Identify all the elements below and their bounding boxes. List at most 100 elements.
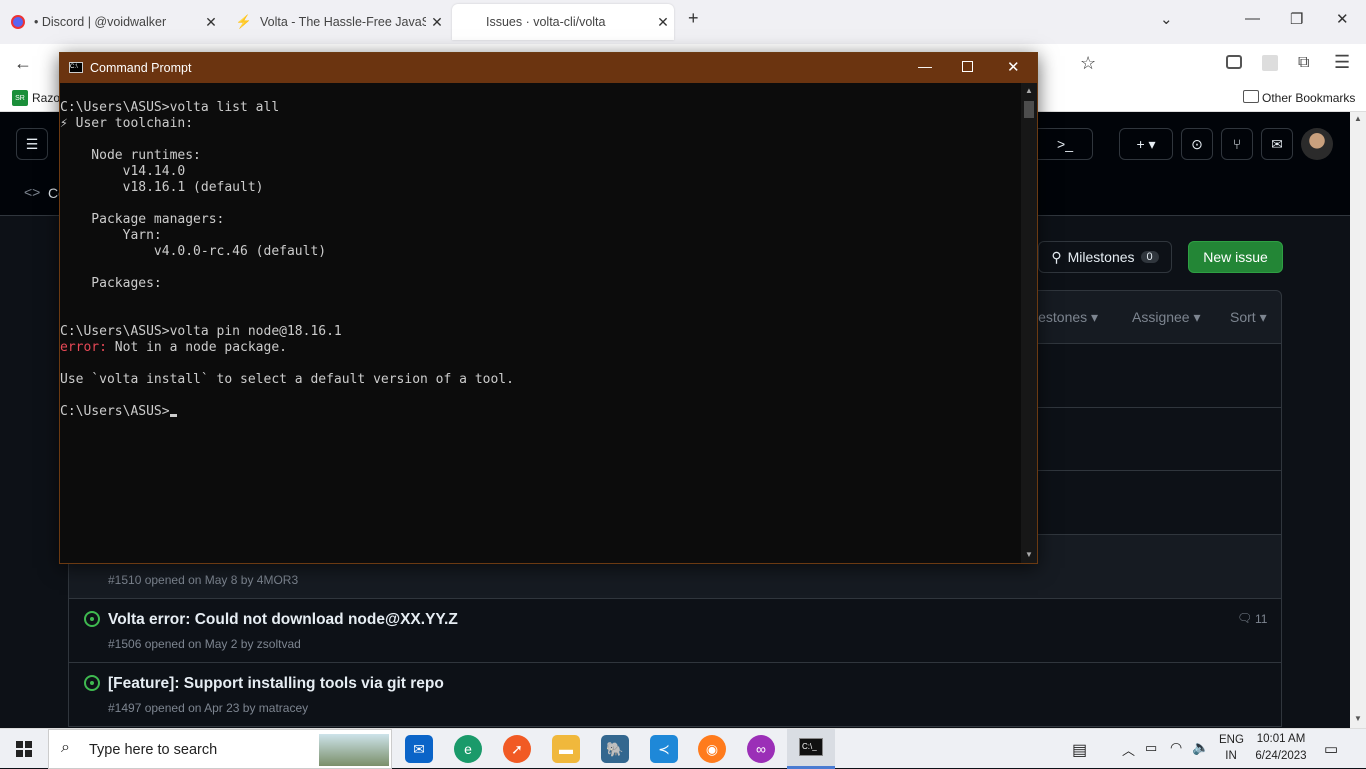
search-highlight-image [319, 734, 389, 766]
back-icon[interactable]: ← [14, 53, 32, 74]
firefox-icon[interactable]: ◉ [698, 735, 726, 763]
edge-icon[interactable]: e [454, 735, 482, 763]
taskbar-search[interactable]: ⌕ Type here to search [48, 729, 392, 769]
news-icon[interactable]: ▤ [1072, 740, 1087, 760]
terminal-output[interactable]: C:\Users\ASUS>volta list all ⚡ User toolc… [60, 100, 1020, 420]
extensions-icon[interactable]: ⧉ [1298, 54, 1309, 72]
close-window-icon[interactable]: ✕ [1336, 10, 1349, 28]
issue-title[interactable]: Volta error: Could not download node@XX.… [108, 611, 458, 629]
list-item[interactable]: [Feature]: Support installing tools via … [68, 663, 1282, 727]
terminal-text: C:\Users\ASUS>volta list all [60, 100, 280, 115]
region-code[interactable]: IN [1219, 750, 1243, 762]
assignee-filter[interactable]: Assignee ▾ [1132, 309, 1201, 326]
postgresql-icon[interactable]: 🐘 [601, 735, 629, 763]
terminal-text: C:\Users\ASUS> [60, 404, 170, 419]
list-item[interactable]: Volta error: Could not download node@XX.… [68, 599, 1282, 663]
windows-start-icon[interactable] [16, 741, 32, 757]
terminal-text: Packages: [60, 276, 162, 291]
new-tab-icon[interactable]: + [688, 8, 699, 29]
milestones-button[interactable]: ⚲ Milestones 0 [1038, 241, 1172, 273]
vscode-icon[interactable]: ≺ [650, 735, 678, 763]
terminal-line: Node runtimes: [60, 148, 1020, 164]
github-icon [462, 14, 478, 30]
postman-icon[interactable]: ➚ [503, 735, 531, 763]
star-icon[interactable]: ☆ [1080, 53, 1096, 74]
error-label: error: [60, 340, 107, 355]
close-icon[interactable]: ✕ [652, 14, 674, 31]
file-explorer-icon[interactable]: ▬ [552, 735, 580, 763]
terminal-text: v18.16.1 (default) [60, 180, 264, 195]
terminal-line: C:\Users\ASUS> [60, 404, 1020, 420]
issue-meta: #1506 opened on May 2 by zsoltvad [108, 637, 301, 651]
discord-icon [10, 14, 26, 30]
code-icon: <> [24, 184, 41, 200]
avatar[interactable] [1301, 128, 1333, 160]
command-prompt-window[interactable]: C:\ Command Prompt — ✕ C:\Users\ASUS>vol… [59, 52, 1038, 564]
chevron-up-icon[interactable]: ︿ [1122, 740, 1135, 759]
search-placeholder: Type here to search [89, 742, 218, 758]
bookmark-favicon: SR [12, 90, 28, 106]
hamburger-icon[interactable]: ☰ [16, 128, 48, 160]
minimize-icon[interactable]: — [918, 58, 932, 74]
issue-meta: #1497 opened on Apr 23 by matracey [108, 701, 309, 715]
terminal-line: Use `volta install` to select a default … [60, 372, 1020, 388]
issue-title[interactable]: [Feature]: Support installing tools via … [108, 675, 444, 693]
close-icon[interactable]: ✕ [426, 14, 448, 31]
tab-discord[interactable]: • Discord | @voidwalker ✕ [0, 4, 222, 40]
restore-icon[interactable]: ❐ [1290, 10, 1303, 28]
extension-icon[interactable] [1262, 55, 1278, 71]
language-code[interactable]: ENG [1219, 734, 1244, 746]
page-scrollbar[interactable]: ▲ ▼ [1350, 112, 1366, 728]
terminal-line: Packages: [60, 276, 1020, 292]
terminal-line: C:\Users\ASUS>volta list all [60, 100, 1020, 116]
terminal-line: Yarn: [60, 228, 1020, 244]
close-icon[interactable]: ✕ [200, 14, 222, 31]
new-issue-button[interactable]: New issue [1188, 241, 1283, 273]
clock-date[interactable]: 6/24/2023 [1250, 750, 1312, 762]
tab-issues[interactable]: Issues · volta-cli/volta ✕ [452, 4, 674, 40]
terminal-line: Package managers: [60, 212, 1020, 228]
title-bar[interactable]: C:\ Command Prompt — ✕ [60, 53, 1037, 83]
terminal-text: ⚡ User toolchain: [60, 116, 194, 131]
bolt-icon: ⚡ [235, 14, 253, 29]
menu-icon[interactable]: ☰ [1334, 52, 1350, 73]
close-icon[interactable]: ✕ [1007, 58, 1020, 76]
wifi-icon[interactable]: ◠ [1170, 739, 1182, 756]
tab-label: Volta - The Hassle-Free JavaScri [260, 15, 426, 29]
chevron-down-icon[interactable]: ⌄ [1160, 10, 1173, 28]
terminal-text: Use `volta install` to select a default … [60, 372, 514, 387]
taskbar-cmd-active[interactable]: C:\_ [787, 729, 835, 769]
pocket-icon[interactable] [1226, 55, 1242, 69]
tab-volta[interactable]: ⚡ Volta - The Hassle-Free JavaScri ✕ [226, 4, 448, 40]
inbox-icon[interactable]: ✉ [1261, 128, 1293, 160]
folder-icon [1243, 90, 1259, 103]
milestones-filter[interactable]: lestones ▾ [1035, 309, 1098, 326]
pull-requests-icon[interactable]: ⑂ [1221, 128, 1253, 160]
terminal-scrollbar[interactable]: ▲ ▼ [1021, 83, 1037, 563]
notifications-icon[interactable]: ▭ [1324, 740, 1338, 758]
terminal-text: v14.14.0 [60, 164, 186, 179]
terminal-line: C:\Users\ASUS>volta pin node@18.16.1 [60, 324, 1020, 340]
terminal-text: v4.0.0-rc.46 (default) [60, 244, 327, 259]
other-bookmarks[interactable]: Other Bookmarks [1262, 91, 1355, 105]
bookmark-item[interactable]: Razo [32, 91, 60, 105]
command-palette-icon[interactable]: >_ [1038, 128, 1093, 160]
sort-filter[interactable]: Sort ▾ [1230, 309, 1267, 326]
browser-tab-bar: • Discord | @voidwalker ✕ ⚡ Volta - The … [0, 0, 1366, 44]
taskbar: ⌕ Type here to search ✉ e ➚ ▬ 🐘 ≺ ◉ ∞ C:… [0, 728, 1366, 769]
maximize-icon[interactable] [962, 61, 973, 72]
comment-icon[interactable]: 🗨 [1237, 611, 1252, 625]
issues-icon[interactable]: ⊙ [1181, 128, 1213, 160]
battery-icon[interactable]: ▭ [1145, 740, 1157, 756]
search-icon: ⌕ [61, 739, 70, 756]
minimize-icon[interactable]: — [1245, 10, 1260, 27]
mail-icon[interactable]: ✉ [405, 735, 433, 763]
create-new-button[interactable]: + ▾ [1119, 128, 1173, 160]
app-icon[interactable]: ∞ [747, 735, 775, 763]
clock-time[interactable]: 10:01 AM [1250, 733, 1312, 745]
volume-icon[interactable]: 🔈 [1192, 739, 1209, 756]
comment-count[interactable]: 11 [1255, 612, 1267, 626]
terminal-line: error: Not in a node package. [60, 340, 1020, 356]
